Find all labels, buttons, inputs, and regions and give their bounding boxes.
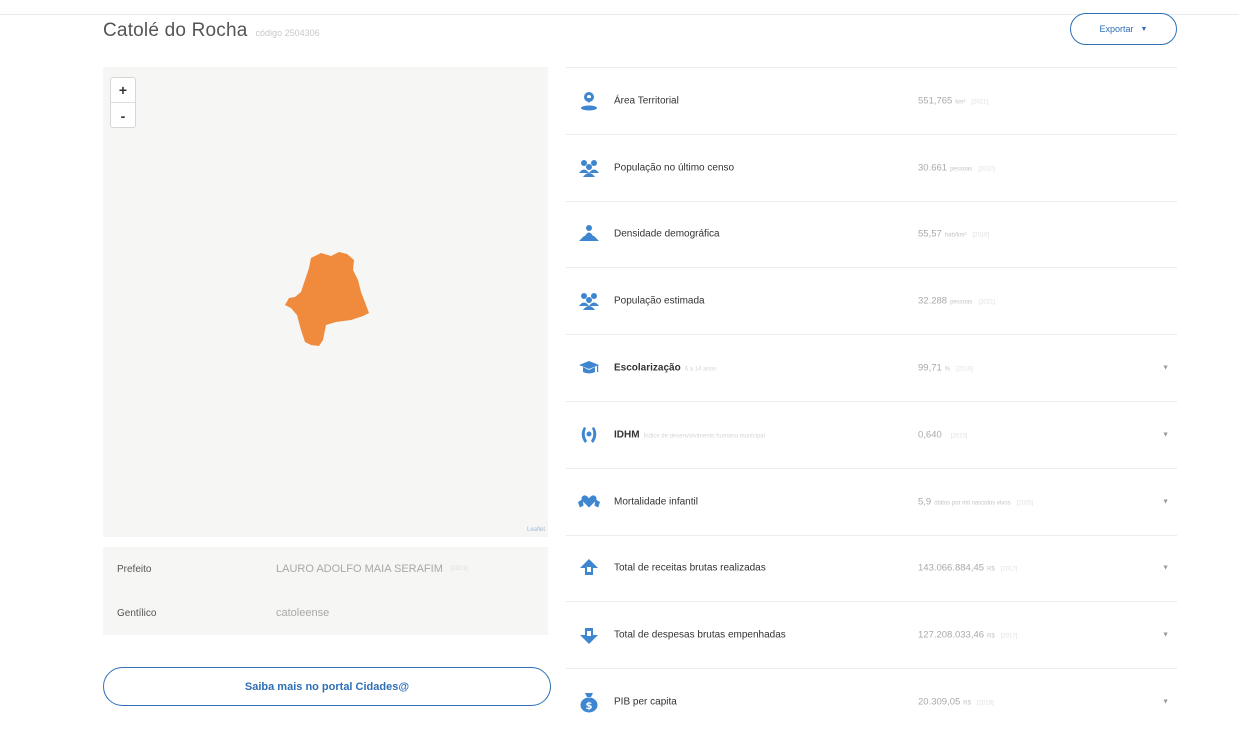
city-code: código 2504306 [255, 28, 320, 38]
indicator-label: Total de receitas brutas realizadas [614, 562, 766, 574]
money-bag-icon: $ [578, 691, 600, 713]
indicator-row-area: Área Territorial 551,765 km² [2021] [566, 67, 1177, 134]
info-row-gentilico: Gentílico catoleense [103, 591, 548, 635]
map-attribution[interactable]: Leaflet [527, 527, 545, 533]
page-title: Catolé do Rocha [103, 20, 248, 41]
indicator-row-receitas[interactable]: Total de receitas brutas realizadas 143.… [566, 534, 1177, 602]
municipality-shape[interactable] [281, 250, 376, 350]
people-icon [578, 290, 600, 312]
indicator-row-escolarizacao[interactable]: Escolarização 6 a 14 anos 99,71% [2010] ▼ [566, 334, 1177, 401]
indicator-label: Escolarização 6 a 14 anos [614, 362, 717, 374]
portal-cidades-button[interactable]: Saiba mais no portal Cidades@ [103, 667, 551, 706]
indicator-row-densidade: Densidade demográfica 55,57 hab/km² [2010] [566, 200, 1177, 268]
info-row-prefeito: Prefeito LAURO ADOLFO MAIA SERAFIM [2021… [103, 547, 548, 591]
municipality-region [285, 252, 369, 346]
person-map-icon [578, 223, 600, 245]
indicator-label: Mortalidade infantil [614, 496, 698, 508]
map-pin-icon [578, 90, 600, 112]
indicator-label: Densidade demográfica [614, 228, 720, 240]
chevron-down-icon[interactable]: ▼ [1162, 498, 1169, 505]
indicator-row-despesas[interactable]: Total de despesas brutas empenhadas 127.… [566, 601, 1177, 668]
info-value: catoleense [276, 607, 330, 619]
indicator-value: 127.208.033,46 R$ [2017] [918, 629, 1018, 641]
indicator-label: IDHM Índice de desenvolvimento humano mun… [614, 429, 765, 441]
info-table: Prefeito LAURO ADOLFO MAIA SERAFIM [2021… [103, 547, 548, 635]
heart-hands-icon [578, 491, 600, 513]
export-label: Exportar [1099, 24, 1134, 34]
people-icon [578, 157, 600, 179]
chevron-down-icon[interactable]: ▼ [1162, 431, 1169, 438]
indicator-label: Total de despesas brutas empenhadas [614, 629, 786, 641]
page-header: Catolé do Rocha código 2504306 [103, 20, 320, 50]
indicator-value: 551,765 km² [2021] [918, 95, 989, 107]
indicator-value: 32.288 pessoas [2021] [918, 295, 996, 307]
zoom-out-button[interactable]: - [111, 103, 135, 128]
top-divider [0, 14, 1239, 15]
indicator-value: 55,57 hab/km² [2010] [918, 228, 990, 240]
chevron-down-icon[interactable]: ▼ [1162, 565, 1169, 572]
export-button[interactable]: Exportar ▼ [1070, 13, 1177, 45]
zoom-in-button[interactable]: + [111, 78, 135, 103]
info-label: Gentílico [117, 607, 157, 619]
indicator-value: 99,71% [2010] [918, 362, 973, 374]
indicator-label: População estimada [614, 295, 705, 307]
info-label: Prefeito [117, 563, 152, 575]
indicator-label: População no último censo [614, 162, 735, 174]
indicator-label: PIB per capita [614, 696, 677, 708]
svg-text:$: $ [586, 701, 593, 712]
chevron-down-icon[interactable]: ▼ [1162, 699, 1169, 706]
indicator-value: 0,640 [2010] [918, 429, 968, 441]
zoom-control: + - [110, 77, 136, 128]
chevron-down-icon[interactable]: ▼ [1162, 632, 1169, 639]
indicator-value: 20.309,05 R$ [2019] [918, 696, 994, 708]
info-note: [2021] [450, 566, 468, 572]
indicators-list: Área Territorial 551,765 km² [2021] Popula… [566, 67, 1177, 729]
indicator-value: 5,9 óbitos por mil nascidos vivos [2020] [918, 496, 1034, 508]
chevron-down-icon[interactable]: ▼ [1162, 365, 1169, 372]
laurel-icon [578, 424, 600, 446]
indicator-row-mortalidade[interactable]: Mortalidade infantil 5,9 óbitos por mil n… [566, 467, 1177, 535]
indicator-label: Área Territorial [614, 95, 679, 107]
info-value: LAURO ADOLFO MAIA SERAFIM [276, 563, 443, 575]
indicator-value: 143.066.884,45 R$ [2017] [918, 562, 1018, 574]
indicator-row-populacao-censo: População no último censo 30.661 pessoas[… [566, 133, 1177, 201]
indicator-value: 30.661 pessoas [2010] [918, 162, 996, 174]
arrow-down-icon [578, 624, 600, 646]
graduation-cap-icon [578, 357, 600, 379]
indicator-row-pib[interactable]: $ PIB per capita 20.309,05 R$ [2019] ▼ [566, 668, 1177, 729]
map-panel[interactable]: + - Leaflet [103, 67, 548, 537]
arrow-up-icon [578, 557, 600, 579]
indicator-row-idhm[interactable]: IDHM Índice de desenvolvimento humano mun… [566, 400, 1177, 468]
indicator-row-populacao-estimada: População estimada 32.288 pessoas [2021] [566, 267, 1177, 334]
caret-down-icon: ▼ [1140, 25, 1148, 33]
